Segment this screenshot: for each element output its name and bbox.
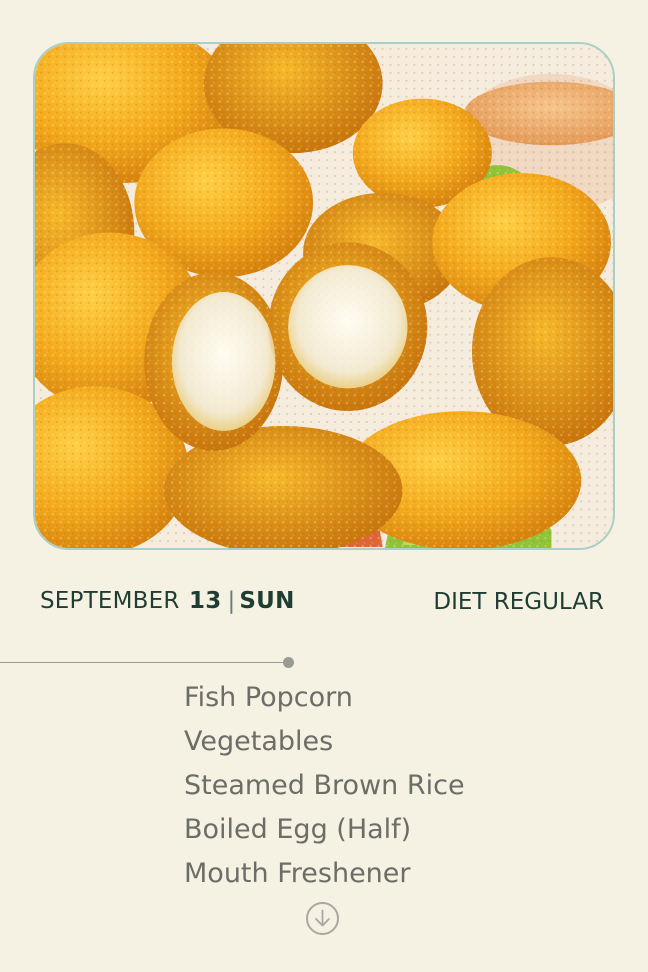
diet-type-label: DIET REGULAR [433, 589, 604, 615]
timeline-dot [283, 657, 294, 668]
menu-item: Mouth Freshener [184, 858, 411, 889]
date-weekday: SUN [239, 588, 295, 614]
date-day: 13 [189, 588, 222, 614]
scroll-down-button[interactable] [306, 902, 339, 935]
date-display: SEPTEMBER 13 | SUN [40, 588, 295, 614]
arrow-down-icon [315, 909, 330, 927]
menu-item: Boiled Egg (Half) [184, 814, 412, 845]
menu-item: Fish Popcorn [184, 682, 353, 713]
date-month: SEPTEMBER [40, 588, 180, 614]
menu-item: Vegetables [184, 726, 334, 757]
menu-list: Fish Popcorn Vegetables Steamed Brown Ri… [184, 676, 465, 896]
food-photo [33, 42, 615, 550]
menu-item: Steamed Brown Rice [184, 770, 465, 801]
fish-popcorn-image [35, 44, 613, 548]
date-separator: | [227, 588, 236, 614]
timeline-divider [0, 662, 288, 663]
